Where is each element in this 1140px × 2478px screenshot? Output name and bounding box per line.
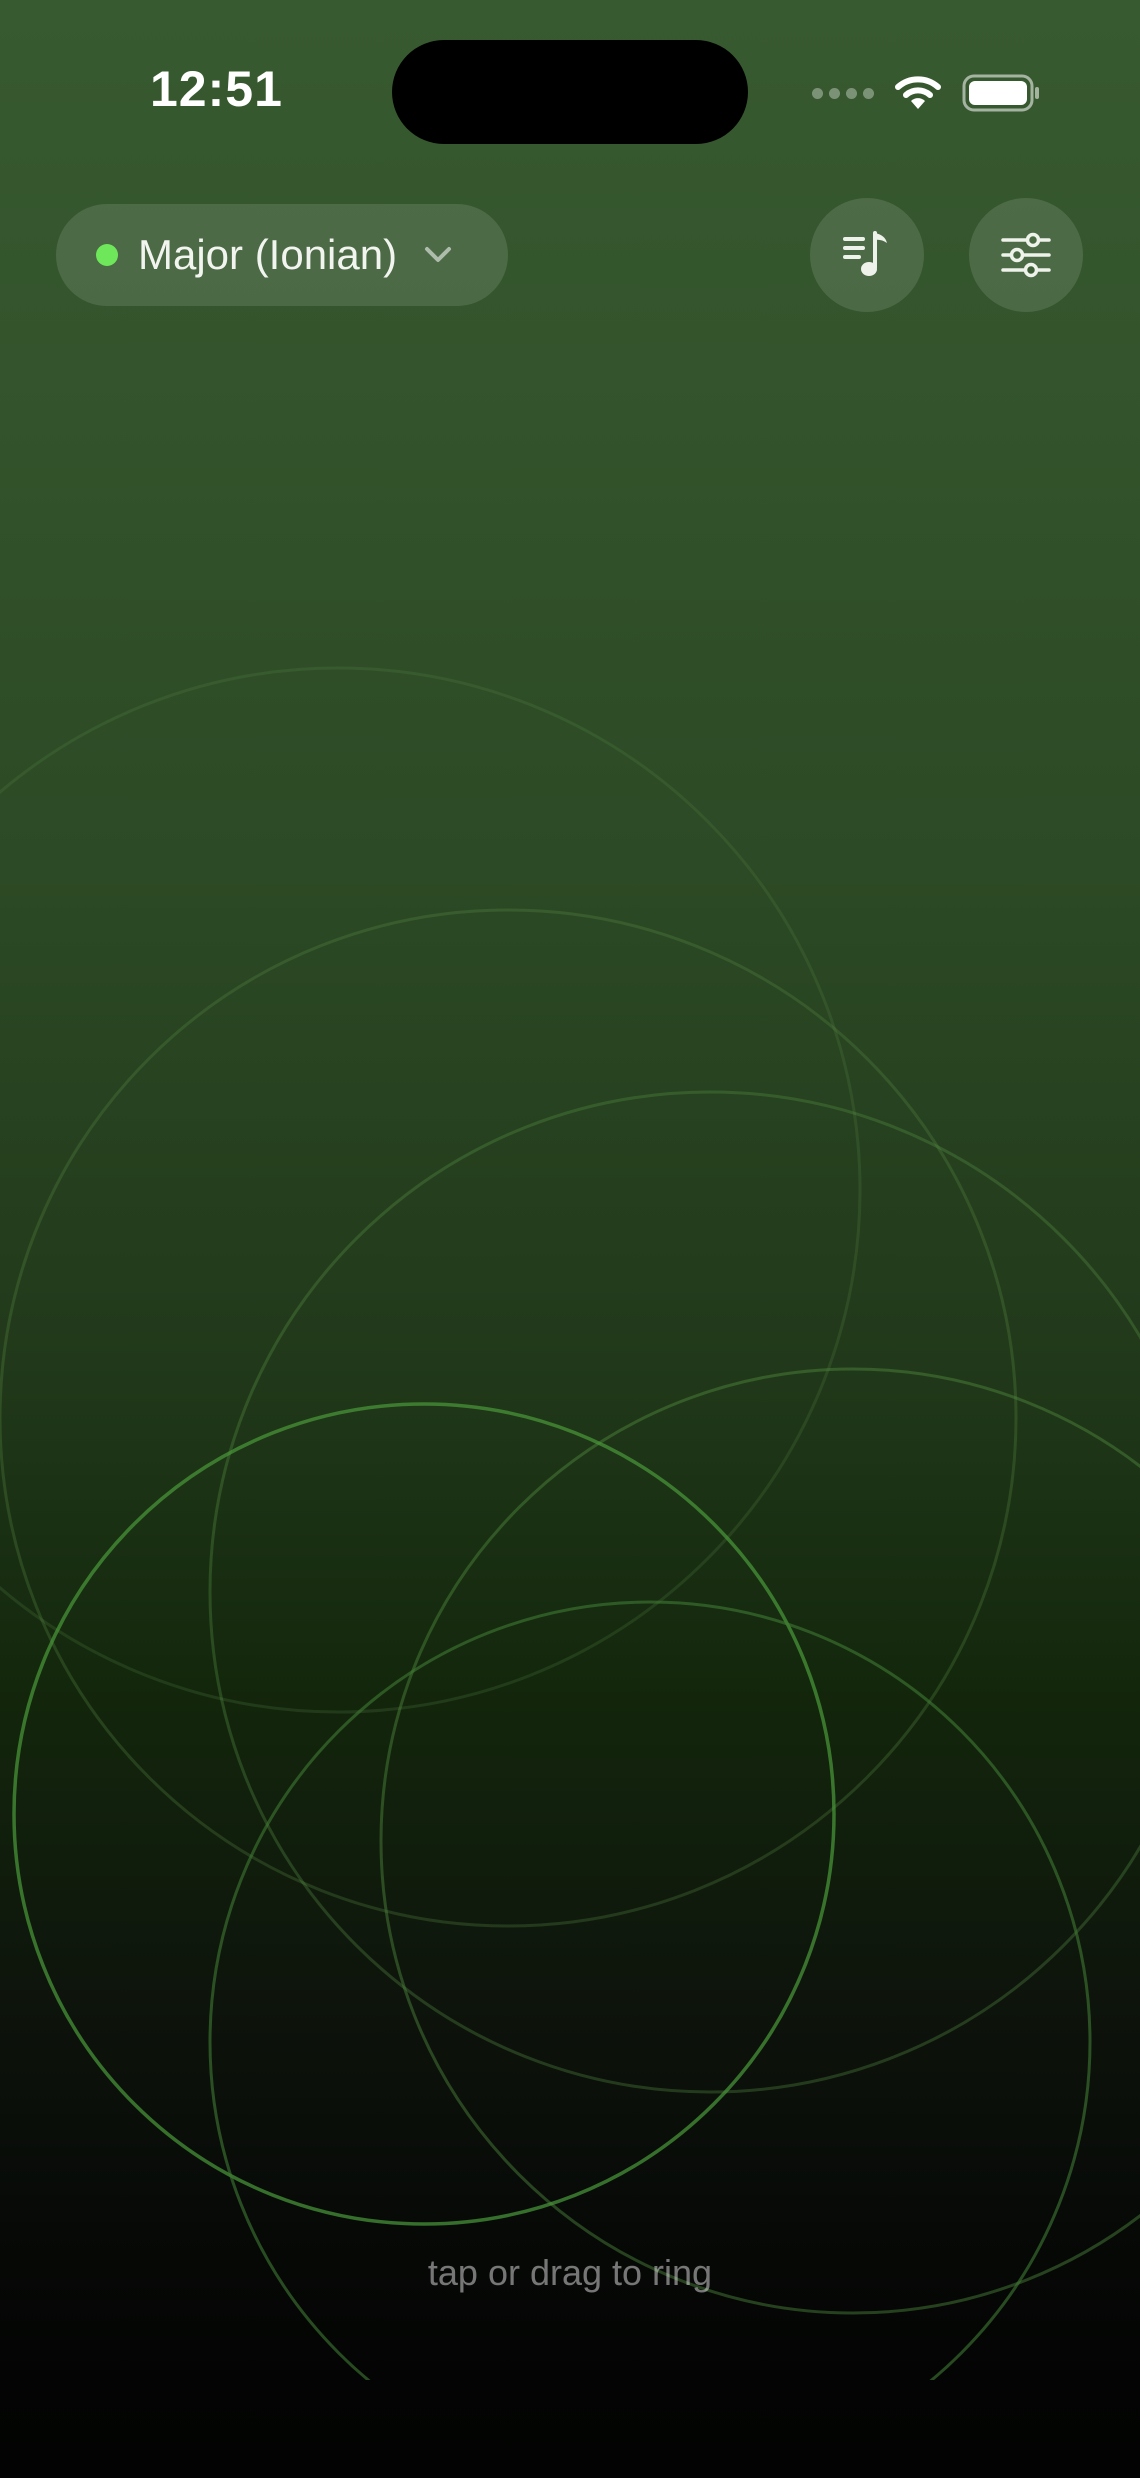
mode-indicator-dot: [96, 244, 118, 266]
mode-selector-button[interactable]: Major (Ionian): [56, 204, 508, 306]
ring-1: [0, 666, 862, 1714]
ring-3: [208, 1090, 1140, 2094]
ring-5: [12, 1402, 836, 2226]
settings-button[interactable]: [969, 198, 1083, 312]
ring-screen[interactable]: 12:51 Major (Ionian) tap or drag to ring: [0, 0, 1140, 2478]
ring-2: [0, 908, 1018, 1928]
chevron-down-icon: [425, 247, 452, 262]
battery-icon: [962, 74, 1039, 112]
wifi-icon: [895, 76, 941, 109]
mode-label: Major (Ionian): [138, 231, 398, 278]
status-icons: [812, 70, 1040, 116]
ring-canvas[interactable]: [0, 0, 1140, 2380]
music-note-list-icon: [843, 231, 887, 276]
sliders-icon: [1001, 232, 1051, 278]
cellular-signal-icon: [812, 87, 874, 99]
playlist-button[interactable]: [810, 198, 924, 312]
ring-hint-text: tap or drag to ring: [427, 2252, 713, 2293]
ring-4: [379, 1367, 1140, 2315]
status-time: 12:51: [150, 61, 283, 117]
dynamic-island: [392, 40, 748, 144]
